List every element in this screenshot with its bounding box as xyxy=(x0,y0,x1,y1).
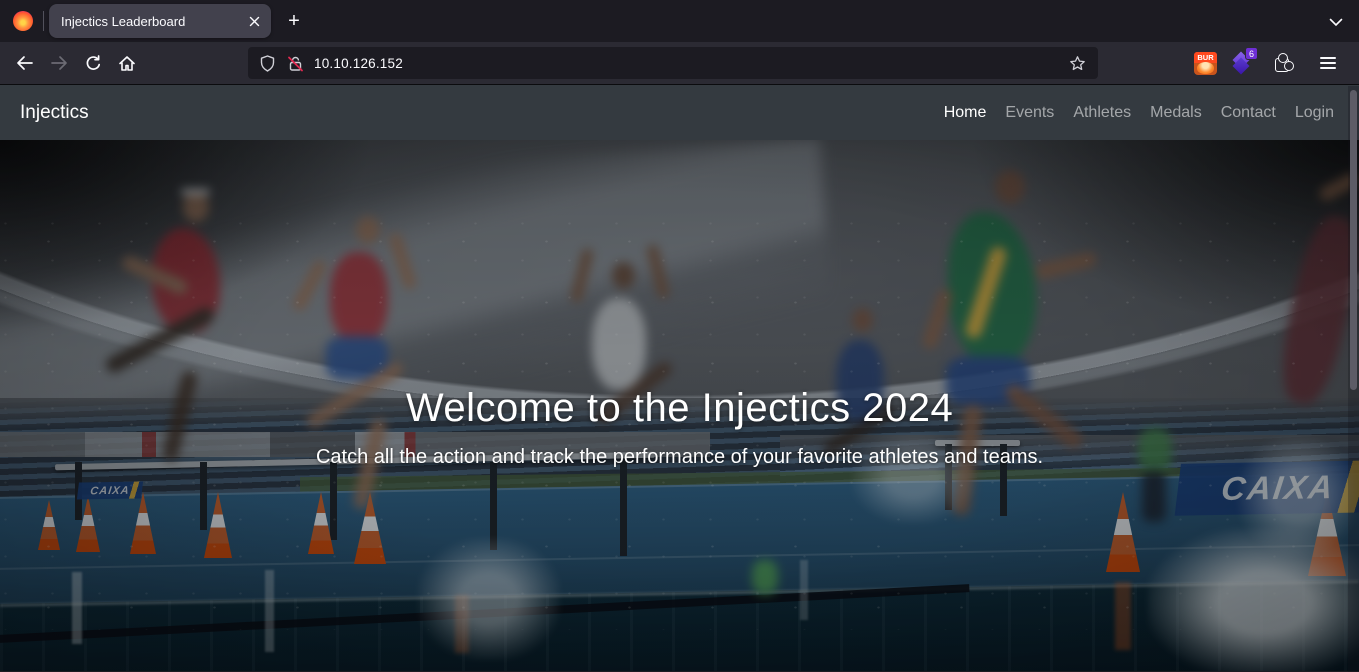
nav-link-athletes[interactable]: Athletes xyxy=(1073,104,1131,122)
puzzle-piece-icon xyxy=(1275,58,1289,72)
reload-button[interactable] xyxy=(76,47,110,79)
nav-link-events[interactable]: Events xyxy=(1005,104,1054,122)
nav-link-login[interactable]: Login xyxy=(1295,104,1334,122)
url-bar[interactable]: 10.10.126.152 xyxy=(248,47,1098,79)
hero-copy: Welcome to the Injectics 2024 Catch all … xyxy=(0,386,1359,469)
browser-tab-bar: Injectics Leaderboard + xyxy=(0,0,1359,42)
hero-title: Welcome to the Injectics 2024 xyxy=(0,386,1359,431)
nav-link-medals[interactable]: Medals xyxy=(1150,104,1202,122)
browser-tab[interactable]: Injectics Leaderboard xyxy=(49,4,271,38)
site-navbar: Injectics Home Events Athletes Medals Co… xyxy=(0,85,1359,140)
url-input[interactable]: 10.10.126.152 xyxy=(314,56,1069,71)
shield-icon[interactable] xyxy=(260,55,275,72)
tab-title: Injectics Leaderboard xyxy=(61,14,243,29)
foxyproxy-extension-icon[interactable]: BUR xyxy=(1194,52,1217,75)
hero-banner: CAIXA CAIXA xyxy=(0,140,1359,671)
tab-separator xyxy=(43,11,44,31)
toolbar-right-icons: BUR 6 xyxy=(1194,47,1351,79)
browser-toolbar: 10.10.126.152 BUR 6 xyxy=(0,42,1359,85)
home-button[interactable] xyxy=(110,47,144,79)
wappalyzer-extension-icon[interactable]: 6 xyxy=(1229,51,1253,75)
tab-close-icon[interactable] xyxy=(243,10,265,32)
extension-badge-count: 6 xyxy=(1245,47,1258,60)
scrollbar-thumb[interactable] xyxy=(1350,90,1357,390)
app-menu-button[interactable] xyxy=(1311,47,1345,79)
bookmark-star-icon[interactable] xyxy=(1069,55,1086,72)
extensions-button[interactable] xyxy=(1265,47,1299,79)
nav-links: Home Events Athletes Medals Contact Logi… xyxy=(944,104,1334,122)
firefox-logo-icon xyxy=(13,11,33,31)
page-scrollbar[interactable] xyxy=(1348,86,1359,672)
forward-button[interactable] xyxy=(42,47,76,79)
nav-link-home[interactable]: Home xyxy=(944,104,987,122)
back-button[interactable] xyxy=(8,47,42,79)
hero-subtitle: Catch all the action and track the perfo… xyxy=(0,446,1359,469)
list-all-tabs-chevron-icon[interactable] xyxy=(1325,11,1347,33)
fox-face-icon xyxy=(1197,62,1214,74)
insecure-lock-icon[interactable] xyxy=(287,55,304,72)
nav-link-contact[interactable]: Contact xyxy=(1221,104,1276,122)
proxy-pattern-label: BUR xyxy=(1194,52,1217,63)
new-tab-button[interactable]: + xyxy=(279,6,309,36)
brand-link[interactable]: Injectics xyxy=(20,102,89,124)
